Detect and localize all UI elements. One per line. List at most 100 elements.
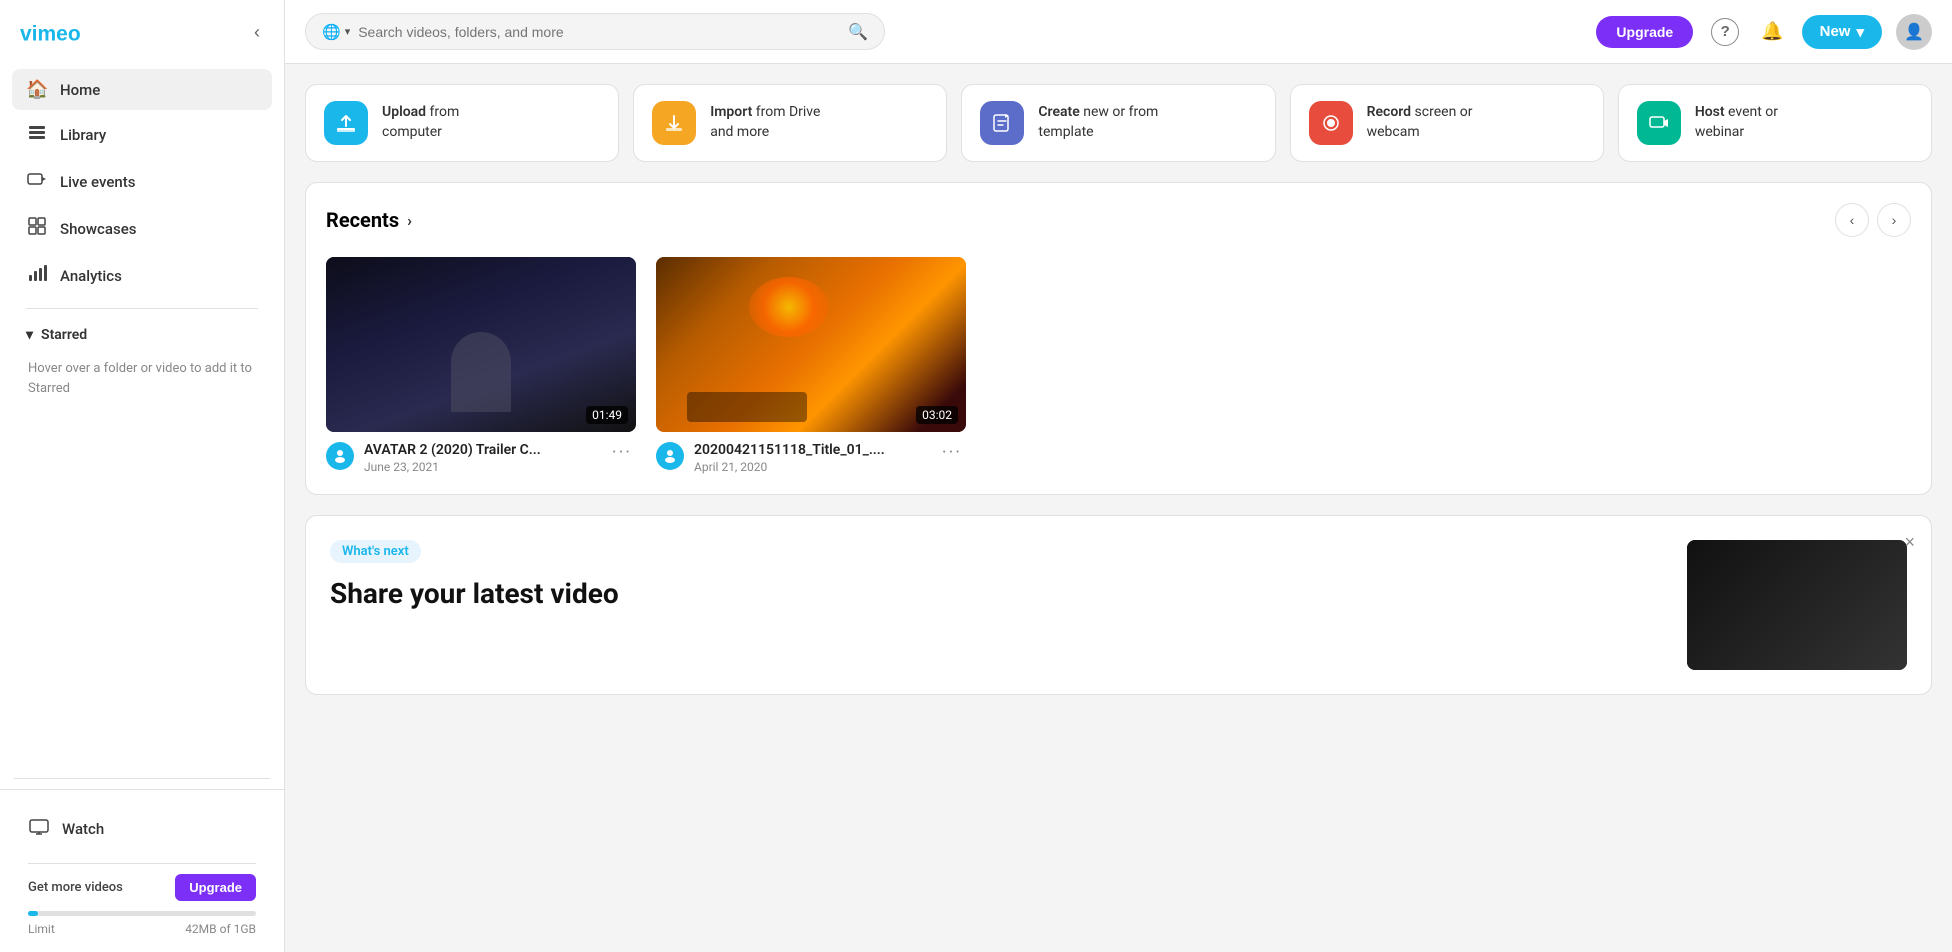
storage-limit-row: Limit 42MB of 1GB — [28, 922, 256, 936]
video-meta-2: 20200421151118_Title_01_.... April 21, 2… — [694, 442, 928, 474]
create-icon — [980, 101, 1024, 145]
record-icon — [1309, 101, 1353, 145]
globe-chevron-icon: ▾ — [345, 25, 351, 38]
upgrade-row: Get more videos Upgrade — [28, 874, 256, 901]
sidebar-upgrade-button[interactable]: Upgrade — [175, 874, 256, 901]
import-title: Import — [710, 104, 752, 120]
video-2-date: April 21, 2020 — [694, 460, 928, 474]
avatar[interactable]: 👤 — [1896, 14, 1932, 50]
search-icon[interactable]: 🔍 — [848, 22, 868, 41]
vimeo-logo: vimeo — [20, 19, 110, 47]
storage-bar-fill — [28, 911, 38, 916]
home-icon: 🏠 — [26, 79, 48, 100]
sidebar-bottom: Watch Get more videos Upgrade Limit 42MB… — [0, 789, 284, 952]
recents-label: Recents — [326, 208, 399, 232]
whats-next-content: What's next Share your latest video — [330, 540, 619, 610]
recents-next-button[interactable]: › — [1877, 203, 1911, 237]
whats-next-title: Share your latest video — [330, 577, 619, 610]
recents-prev-button[interactable]: ‹ — [1835, 203, 1869, 237]
sidebar-item-home-label: Home — [60, 81, 100, 99]
new-chevron-icon: ▾ — [1856, 23, 1864, 41]
library-icon — [26, 122, 48, 147]
host-text: Host event orwebinar — [1695, 103, 1778, 142]
video-2-avatar — [656, 442, 684, 470]
svg-text:vimeo: vimeo — [20, 22, 81, 45]
search-globe[interactable]: 🌐 ▾ — [322, 23, 350, 41]
action-create[interactable]: Create new or fromtemplate — [961, 84, 1275, 162]
live-events-icon — [26, 169, 48, 194]
video-1-avatar — [326, 442, 354, 470]
action-import[interactable]: Import from Driveand more — [633, 84, 947, 162]
upload-text: Upload fromcomputer — [382, 103, 459, 142]
nav-divider-2 — [14, 778, 270, 779]
recents-title[interactable]: Recents › — [326, 208, 412, 232]
content-area: Upload fromcomputer Import from Driveand… — [285, 64, 1952, 952]
import-icon — [652, 101, 696, 145]
import-text: Import from Driveand more — [710, 103, 820, 142]
sidebar-item-analytics[interactable]: Analytics — [12, 253, 272, 298]
topbar-upgrade-button[interactable]: Upgrade — [1596, 16, 1693, 48]
storage-bar — [28, 911, 256, 916]
sidebar: vimeo ‹ 🏠 Home Library — [0, 0, 285, 952]
host-icon — [1637, 101, 1681, 145]
action-record[interactable]: Record screen orwebcam — [1290, 84, 1604, 162]
sidebar-item-watch-label: Watch — [62, 820, 104, 838]
sidebar-item-home[interactable]: 🏠 Home — [12, 69, 272, 110]
analytics-icon — [26, 263, 48, 288]
chevron-down-icon: ▾ — [26, 327, 33, 343]
sidebar-item-live-events[interactable]: Live events — [12, 159, 272, 204]
whats-next-thumb — [1687, 540, 1907, 670]
upload-title: Upload — [382, 104, 426, 120]
showcases-icon — [26, 216, 48, 241]
starred-section: ▾ Starred Hover over a folder or video t… — [12, 319, 272, 398]
globe-icon: 🌐 — [322, 23, 341, 41]
sidebar-item-library-label: Library — [60, 126, 106, 144]
sidebar-nav: 🏠 Home Library Live events — [0, 65, 284, 768]
whats-next-close-button[interactable]: × — [1904, 532, 1915, 553]
limit-label: Limit — [28, 922, 55, 936]
upgrade-label: Get more videos — [28, 880, 123, 895]
video-card-1[interactable]: 01:49 AVATAR 2 (2020) Trailer C... June … — [326, 257, 636, 474]
sidebar-item-analytics-label: Analytics — [60, 267, 122, 285]
create-title: Create — [1038, 104, 1079, 120]
sidebar-collapse-button[interactable]: ‹ — [250, 18, 264, 47]
sidebar-item-library[interactable]: Library — [12, 112, 272, 157]
upgrade-section: Get more videos Upgrade Limit 42MB of 1G… — [14, 874, 270, 936]
whats-next-section: What's next Share your latest video × — [305, 515, 1932, 695]
nav-divider-3 — [28, 863, 256, 864]
new-button[interactable]: New ▾ — [1802, 15, 1882, 49]
video-1-date: June 23, 2021 — [364, 460, 598, 474]
quick-actions: Upload fromcomputer Import from Driveand… — [305, 84, 1932, 162]
help-button[interactable]: ? — [1707, 14, 1743, 50]
video-thumb-1: 01:49 — [326, 257, 636, 432]
sidebar-item-showcases[interactable]: Showcases — [12, 206, 272, 251]
watch-icon — [28, 816, 50, 841]
video-1-more-button[interactable]: ··· — [608, 442, 636, 463]
record-text: Record screen orwebcam — [1367, 103, 1473, 142]
action-host[interactable]: Host event orwebinar — [1618, 84, 1932, 162]
video-info-1: AVATAR 2 (2020) Trailer C... June 23, 20… — [326, 442, 636, 474]
recents-arrow-icon: › — [407, 211, 412, 230]
video-thumb-2: 03:02 — [656, 257, 966, 432]
sidebar-item-watch[interactable]: Watch — [14, 806, 270, 851]
video-2-duration: 03:02 — [916, 406, 958, 424]
starred-hint: Hover over a folder or video to add it t… — [26, 359, 258, 398]
starred-header[interactable]: ▾ Starred — [26, 319, 258, 351]
host-title: Host — [1695, 104, 1725, 120]
notifications-button[interactable]: 🔔 — [1757, 17, 1787, 46]
create-text: Create new or fromtemplate — [1038, 103, 1158, 142]
upload-icon — [324, 101, 368, 145]
help-icon: ? — [1711, 18, 1739, 46]
video-2-more-button[interactable]: ··· — [938, 442, 966, 463]
video-card-2[interactable]: 03:02 20200421151118_Title_01_.... April… — [656, 257, 966, 474]
sidebar-header: vimeo ‹ — [0, 0, 284, 65]
bell-icon: 🔔 — [1761, 21, 1783, 41]
video-meta-1: AVATAR 2 (2020) Trailer C... June 23, 20… — [364, 442, 598, 474]
prev-icon: ‹ — [1850, 212, 1855, 228]
recents-section: Recents › ‹ › — [305, 182, 1932, 495]
sidebar-item-live-events-label: Live events — [60, 173, 135, 191]
search-input[interactable] — [358, 24, 840, 40]
video-1-duration: 01:49 — [586, 406, 628, 424]
search-bar: 🌐 ▾ 🔍 — [305, 13, 885, 50]
action-upload[interactable]: Upload fromcomputer — [305, 84, 619, 162]
